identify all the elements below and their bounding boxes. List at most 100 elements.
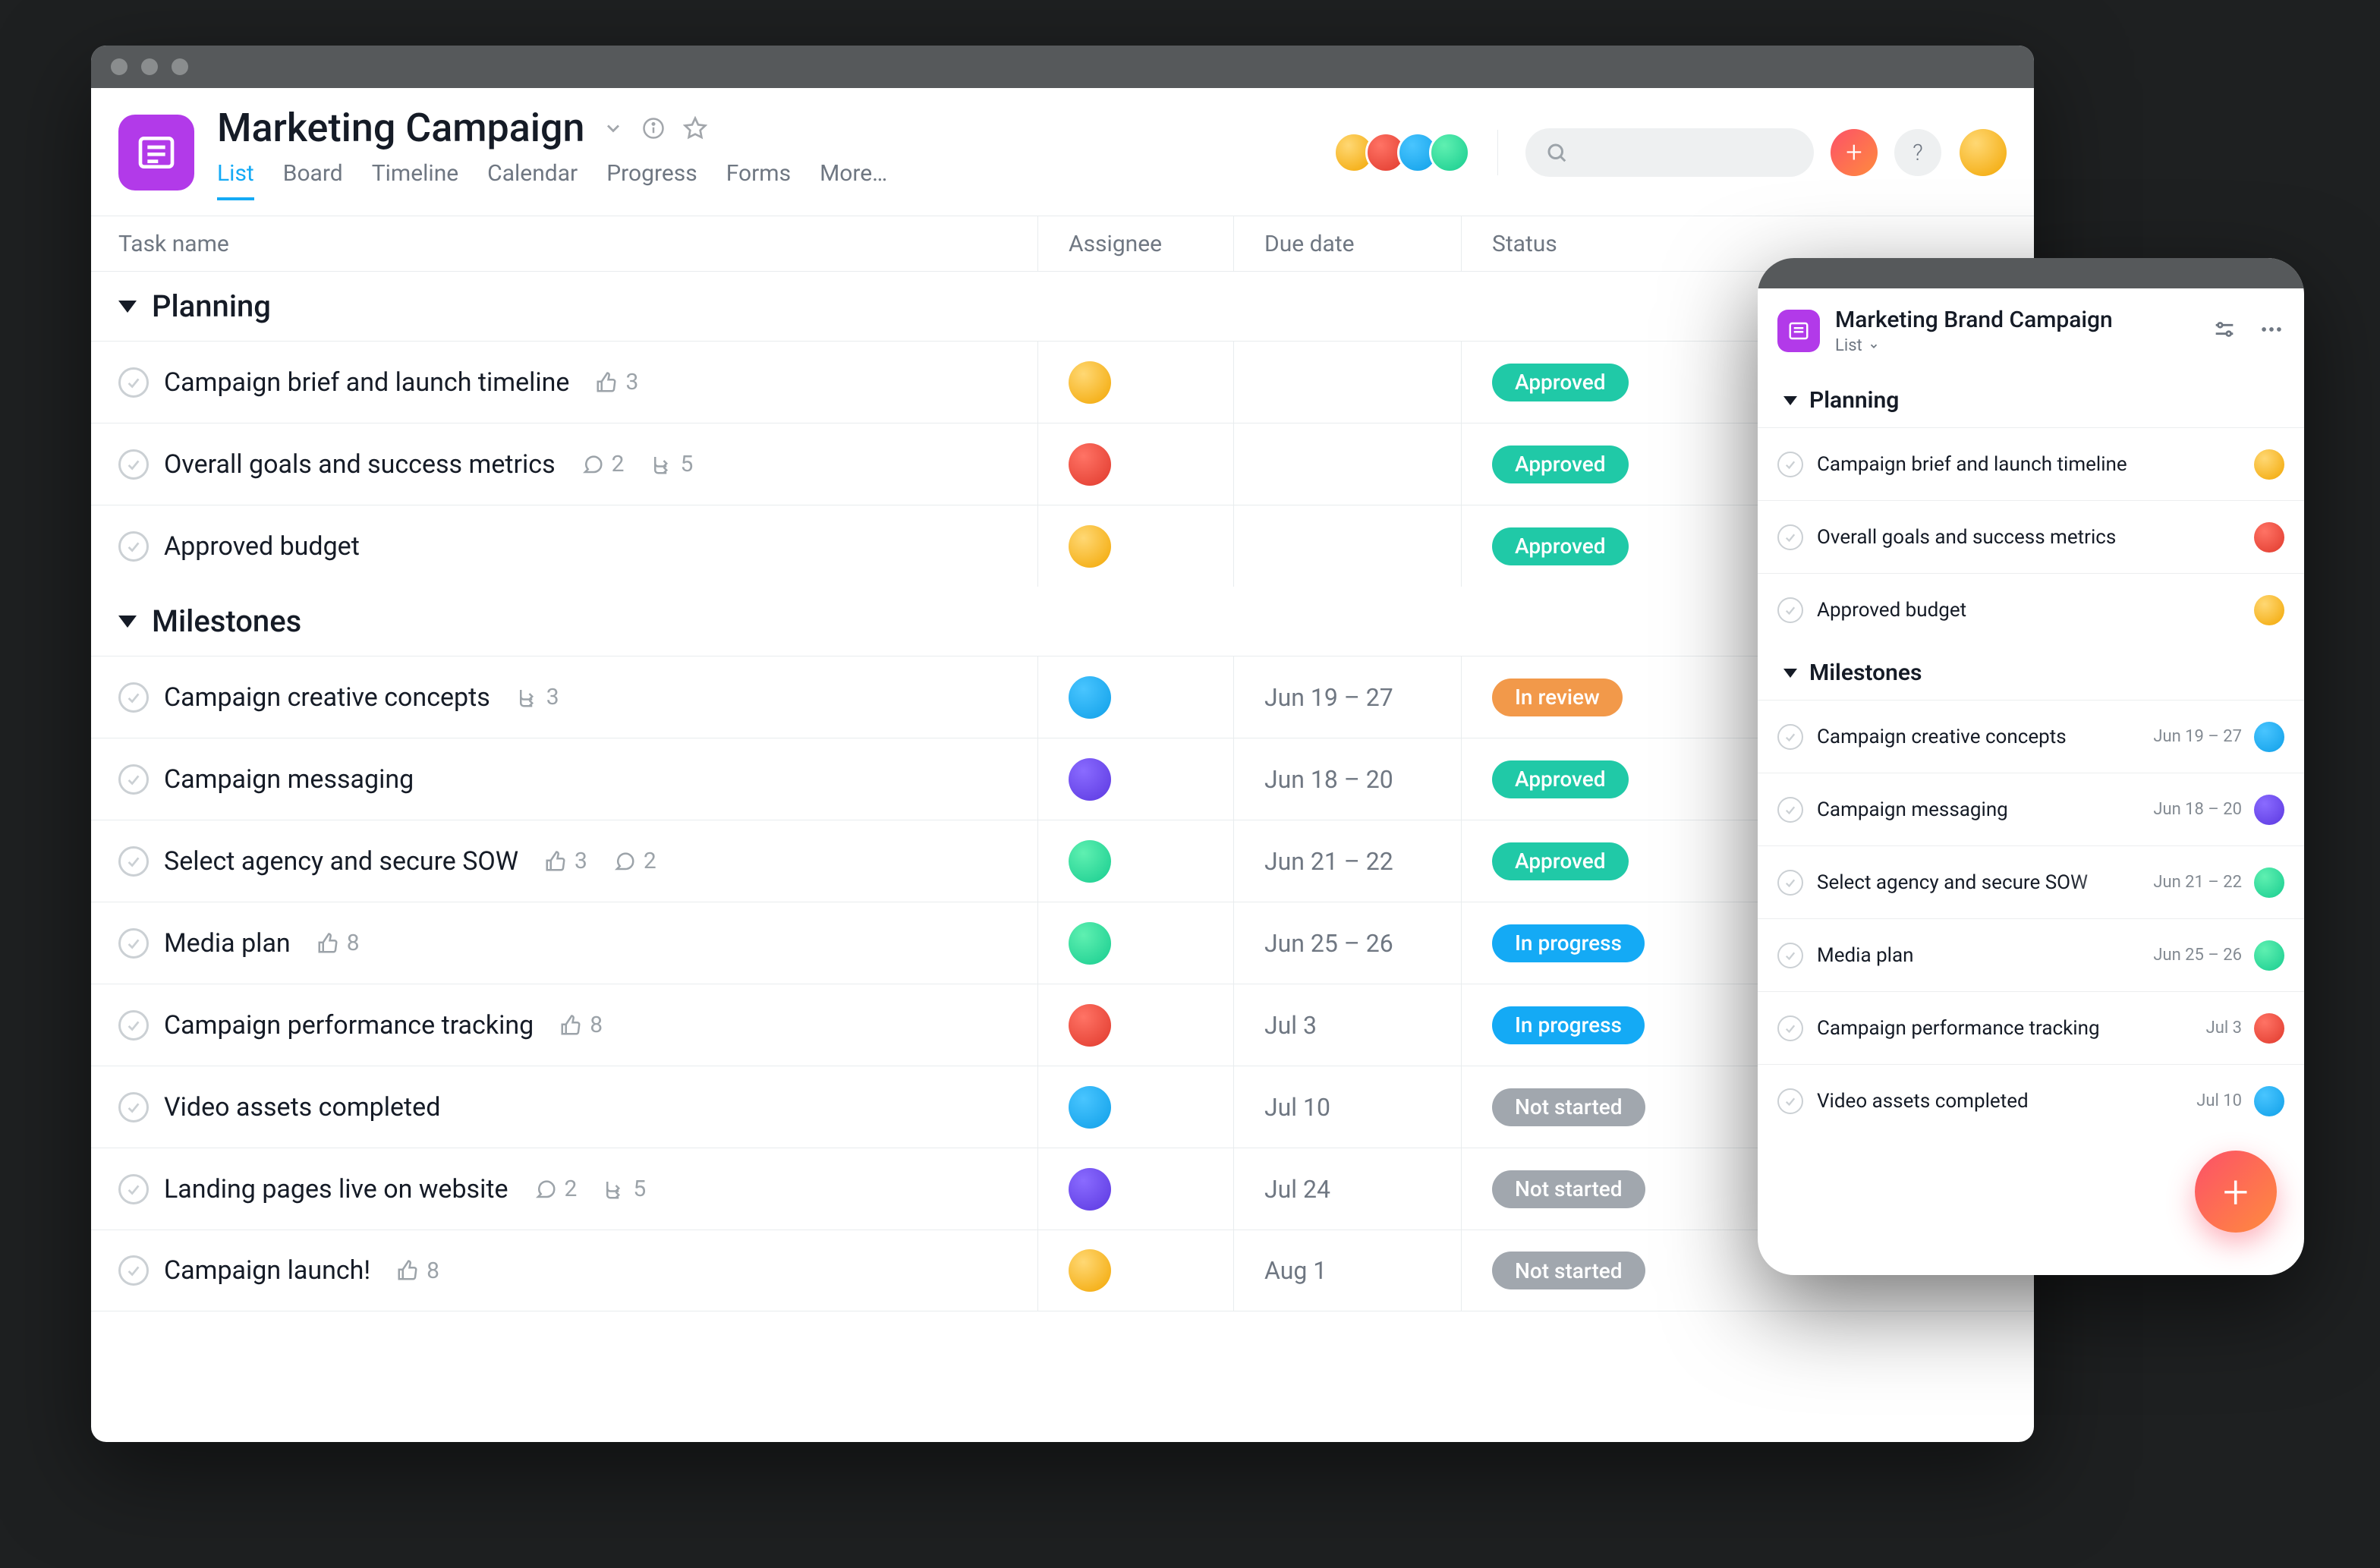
status-badge[interactable]: Approved xyxy=(1492,760,1629,798)
task-row[interactable]: Landing pages live on website25Jul 24Not… xyxy=(91,1148,2034,1230)
assignee-avatar[interactable] xyxy=(1069,443,1111,486)
due-date[interactable]: Jul 10 xyxy=(1234,1066,1462,1148)
complete-checkbox[interactable] xyxy=(1777,1015,1803,1041)
star-icon[interactable] xyxy=(683,116,707,140)
mobile-view-selector[interactable]: List xyxy=(1835,336,2113,355)
complete-checkbox[interactable] xyxy=(1777,797,1803,823)
complete-checkbox[interactable] xyxy=(118,1174,149,1204)
like-count[interactable]: 8 xyxy=(396,1258,439,1284)
due-date[interactable]: Jun 25 – 26 xyxy=(1234,902,1462,984)
assignee-avatar[interactable] xyxy=(1069,840,1111,883)
assignee-avatar[interactable] xyxy=(1069,361,1111,404)
like-count[interactable]: 8 xyxy=(316,930,360,956)
complete-checkbox[interactable] xyxy=(1777,597,1803,623)
status-badge[interactable]: Approved xyxy=(1492,364,1629,401)
like-count[interactable]: 3 xyxy=(595,369,638,395)
assignee-avatar[interactable] xyxy=(2254,867,2284,898)
complete-checkbox[interactable] xyxy=(1777,524,1803,550)
assignee-avatar[interactable] xyxy=(2254,795,2284,825)
assignee-avatar[interactable] xyxy=(2254,595,2284,625)
avatar[interactable] xyxy=(1429,132,1470,173)
complete-checkbox[interactable] xyxy=(118,531,149,562)
assignee-avatar[interactable] xyxy=(1069,922,1111,965)
mobile-task-row[interactable]: Approved budget xyxy=(1758,573,2304,646)
mobile-section-header[interactable]: Milestones xyxy=(1758,646,2304,700)
complete-checkbox[interactable] xyxy=(118,367,149,398)
due-date[interactable]: Jul 24 xyxy=(1234,1148,1462,1230)
complete-checkbox[interactable] xyxy=(118,682,149,713)
help-button[interactable]: ? xyxy=(1894,129,1941,176)
assignee-avatar[interactable] xyxy=(1069,1086,1111,1129)
tab-more[interactable]: More… xyxy=(820,160,887,200)
tab-timeline[interactable]: Timeline xyxy=(372,160,458,200)
mobile-task-row[interactable]: Media planJun 25 – 26 xyxy=(1758,918,2304,991)
mobile-task-row[interactable]: Overall goals and success metrics xyxy=(1758,500,2304,573)
column-assignee[interactable]: Assignee xyxy=(1038,216,1234,271)
chevron-down-icon[interactable] xyxy=(603,118,624,139)
task-row[interactable]: Campaign brief and launch timeline3Appro… xyxy=(91,341,2034,423)
complete-checkbox[interactable] xyxy=(1777,943,1803,968)
subtask-count[interactable]: 5 xyxy=(603,1176,646,1202)
section-header[interactable]: Planning xyxy=(91,272,2034,341)
assignee-avatar[interactable] xyxy=(2254,449,2284,480)
window-close-icon[interactable] xyxy=(111,58,128,75)
complete-checkbox[interactable] xyxy=(1777,724,1803,750)
tab-calendar[interactable]: Calendar xyxy=(487,160,578,200)
task-row[interactable]: Video assets completedJul 10Not started xyxy=(91,1066,2034,1148)
due-date[interactable] xyxy=(1234,423,1462,505)
column-due[interactable]: Due date xyxy=(1234,216,1462,271)
complete-checkbox[interactable] xyxy=(118,764,149,795)
tab-list[interactable]: List xyxy=(217,160,254,200)
status-badge[interactable]: In progress xyxy=(1492,1006,1645,1044)
task-row[interactable]: Campaign messagingJun 18 – 20Approved xyxy=(91,738,2034,820)
complete-checkbox[interactable] xyxy=(118,449,149,480)
assignee-avatar[interactable] xyxy=(1069,1249,1111,1292)
more-icon[interactable] xyxy=(2259,316,2284,345)
comment-count[interactable]: 2 xyxy=(581,451,625,477)
filter-icon[interactable] xyxy=(2212,316,2237,345)
complete-checkbox[interactable] xyxy=(118,846,149,877)
complete-checkbox[interactable] xyxy=(118,1255,149,1286)
assignee-avatar[interactable] xyxy=(2254,940,2284,971)
mobile-task-row[interactable]: Campaign brief and launch timeline xyxy=(1758,427,2304,500)
search-input[interactable] xyxy=(1525,128,1814,177)
due-date[interactable] xyxy=(1234,505,1462,587)
task-row[interactable]: Overall goals and success metrics25Appro… xyxy=(91,423,2034,505)
add-button[interactable]: + xyxy=(1831,129,1878,176)
status-badge[interactable]: Approved xyxy=(1492,842,1629,880)
subtask-count[interactable]: 5 xyxy=(650,451,694,477)
status-badge[interactable]: Approved xyxy=(1492,446,1629,483)
status-badge[interactable]: Not started xyxy=(1492,1088,1645,1126)
status-badge[interactable]: In review xyxy=(1492,679,1623,716)
comment-count[interactable]: 2 xyxy=(534,1176,578,1202)
due-date[interactable] xyxy=(1234,342,1462,423)
mobile-task-row[interactable]: Campaign creative conceptsJun 19 – 27 xyxy=(1758,700,2304,773)
assignee-avatar[interactable] xyxy=(2254,522,2284,553)
task-row[interactable]: Campaign performance tracking8Jul 3In pr… xyxy=(91,984,2034,1066)
mobile-add-button[interactable]: + xyxy=(2195,1151,2277,1233)
comment-count[interactable]: 2 xyxy=(613,848,656,874)
complete-checkbox[interactable] xyxy=(1777,870,1803,896)
status-badge[interactable]: Not started xyxy=(1492,1252,1645,1289)
due-date[interactable]: Jul 3 xyxy=(1234,984,1462,1066)
mobile-task-row[interactable]: Select agency and secure SOWJun 21 – 22 xyxy=(1758,845,2304,918)
window-minimize-icon[interactable] xyxy=(141,58,158,75)
assignee-avatar[interactable] xyxy=(2254,1086,2284,1116)
task-row[interactable]: Select agency and secure SOW32Jun 21 – 2… xyxy=(91,820,2034,902)
complete-checkbox[interactable] xyxy=(118,1010,149,1041)
assignee-avatar[interactable] xyxy=(1069,1168,1111,1211)
subtask-count[interactable]: 3 xyxy=(516,684,559,710)
mobile-section-header[interactable]: Planning xyxy=(1758,373,2304,427)
task-row[interactable]: Campaign launch!8Aug 1Not started xyxy=(91,1230,2034,1311)
mobile-task-row[interactable]: Video assets completedJul 10 xyxy=(1758,1064,2304,1137)
section-header[interactable]: Milestones xyxy=(91,587,2034,656)
task-row[interactable]: Approved budgetApproved xyxy=(91,505,2034,587)
member-avatars[interactable] xyxy=(1343,132,1470,173)
mobile-task-row[interactable]: Campaign performance trackingJul 3 xyxy=(1758,991,2304,1064)
due-date[interactable]: Aug 1 xyxy=(1234,1230,1462,1311)
assignee-avatar[interactable] xyxy=(2254,722,2284,752)
due-date[interactable]: Jun 19 – 27 xyxy=(1234,656,1462,738)
due-date[interactable]: Jun 21 – 22 xyxy=(1234,820,1462,902)
window-maximize-icon[interactable] xyxy=(172,58,188,75)
tab-progress[interactable]: Progress xyxy=(606,160,697,200)
